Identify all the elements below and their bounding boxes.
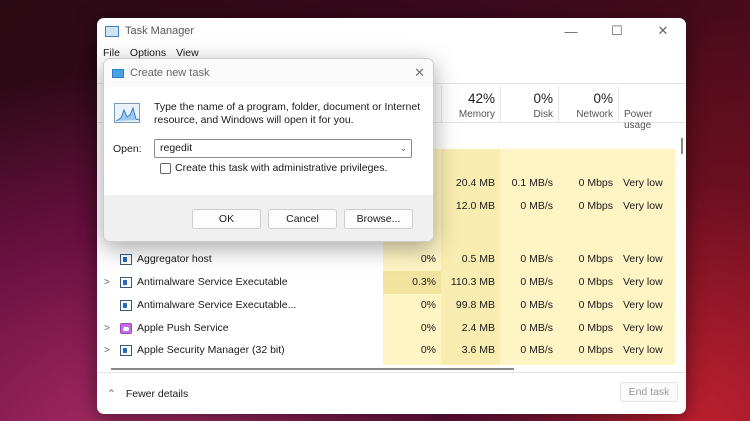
checkbox[interactable]: [160, 162, 171, 174]
network-cell: 0 Mbps: [558, 271, 618, 294]
run-icon: [112, 68, 124, 78]
power-cell: Very low: [618, 248, 675, 271]
memory-cell: 3.8 MB: [441, 361, 500, 365]
maximize-button[interactable]: ☐: [594, 18, 640, 44]
memory-label: Memory: [458, 109, 495, 120]
header-network[interactable]: 0% Network: [558, 86, 618, 123]
disk-cell: 0 MB/s: [500, 195, 558, 218]
header-disk[interactable]: 0% Disk: [500, 86, 558, 123]
memory-cell: 2.4 MB: [441, 317, 500, 340]
memory-cell: 0.5 MB: [441, 248, 500, 271]
process-name: Apple Security Manager (32 bit): [137, 344, 285, 356]
dialog-title-bar: Create new task: [104, 59, 433, 87]
network-label: Network: [576, 109, 613, 120]
chevron-down-icon[interactable]: ⌄: [399, 140, 407, 157]
disk-pct: 0%: [533, 91, 553, 106]
power-cell: Very low: [618, 294, 675, 317]
table-row[interactable]: > Antimalware Service Executable 0.3% 110.3…: [97, 271, 676, 294]
network-cell: 0 Mbps: [558, 172, 618, 195]
network-cell: 0 Mbps: [558, 195, 618, 218]
end-task-button[interactable]: End task: [620, 382, 678, 402]
vertical-scrollbar[interactable]: [681, 138, 683, 154]
horizontal-scrollbar[interactable]: [111, 368, 514, 370]
open-input[interactable]: regedit ⌄: [154, 139, 412, 158]
browse-button[interactable]: Browse...: [344, 209, 413, 229]
disk-cell: 0 MB/s: [500, 361, 558, 365]
cpu-cell: 0%: [383, 317, 441, 340]
disk-cell: 0 MB/s: [500, 339, 558, 362]
network-cell: 0 Mbps: [558, 248, 618, 271]
minimize-button[interactable]: —: [548, 18, 594, 44]
network-pct: 0%: [593, 91, 613, 106]
table-row[interactable]: > Apple Push Service 0% 2.4 MB 0 MB/s 0 Mbps V…: [97, 317, 676, 340]
process-name: Aggregator host: [137, 253, 212, 265]
power-cell: Very low: [618, 361, 675, 365]
network-cell: 0 Mbps: [558, 339, 618, 362]
process-name: Apple Push Service: [137, 322, 229, 334]
disk-label: Disk: [533, 109, 553, 120]
power-cell: Very low: [618, 172, 675, 195]
power-cell: Very low: [618, 271, 675, 294]
memory-cell: 110.3 MB: [441, 271, 500, 294]
disk-cell: 0 MB/s: [500, 317, 558, 340]
fewer-details-button[interactable]: ⌃ Fewer details: [97, 388, 188, 400]
disk-cell: 0 MB/s: [500, 271, 558, 294]
power-cell: Very low: [618, 317, 675, 340]
process-name: Antimalware Service Executable: [137, 276, 288, 288]
network-cell: 0 Mbps: [558, 317, 618, 340]
window-title: Task Manager: [125, 25, 195, 37]
ok-button[interactable]: OK: [192, 209, 261, 229]
memory-pct: 42%: [467, 91, 495, 106]
cpu-cell: 0%: [383, 339, 441, 362]
power-cell: Very low: [618, 339, 675, 362]
cpu-cell: 0%: [383, 294, 441, 317]
open-label: Open:: [113, 143, 142, 155]
disk-cell: 0 MB/s: [500, 248, 558, 271]
dialog-title: Create new task: [130, 67, 210, 79]
process-name: Application Frame Host: [97, 361, 246, 365]
table-row[interactable]: Antimalware Service Executable... 0% 99.8 …: [97, 294, 676, 317]
table-row[interactable]: > Apple Security Manager (32 bit) 0% 3.6 MB…: [97, 339, 676, 362]
network-cell: 0 Mbps: [558, 361, 618, 365]
dialog-button-area: OK Cancel Browse...: [104, 195, 433, 241]
dialog-close-icon[interactable]: ✕: [414, 65, 425, 81]
title-bar: Task Manager — ☐ ✕: [97, 18, 686, 44]
footer: ⌃ Fewer details End task: [97, 372, 686, 414]
close-button[interactable]: ✕: [640, 18, 686, 44]
memory-cell: 20.4 MB: [441, 172, 500, 195]
disk-cell: 0 MB/s: [500, 294, 558, 317]
table-row[interactable]: Application Frame Host 0%3.8 MB0 MB/s0 Mb…: [97, 361, 676, 365]
process-name: Antimalware Service Executable...: [137, 299, 297, 311]
memory-cell: 3.6 MB: [441, 339, 500, 362]
cpu-cell: 0%: [383, 361, 441, 365]
cancel-button[interactable]: Cancel: [268, 209, 337, 229]
disk-cell: 0.1 MB/s: [500, 172, 558, 195]
table-row[interactable]: Aggregator host 0% 0.5 MB 0 MB/s 0 Mbps Very …: [97, 248, 676, 271]
cpu-cell: 0%: [383, 248, 441, 271]
chevron-up-icon: ⌃: [107, 387, 116, 400]
power-cell: Very low: [618, 195, 675, 218]
cpu-cell: 0.3%: [383, 271, 441, 294]
memory-cell: 99.8 MB: [441, 294, 500, 317]
admin-privileges-checkbox[interactable]: Create this task with administrative pri…: [160, 162, 387, 174]
task-manager-icon: [105, 25, 119, 37]
network-cell: 0 Mbps: [558, 294, 618, 317]
task-manager-graph-icon: [114, 103, 141, 123]
dialog-message: Type the name of a program, folder, docu…: [154, 101, 421, 126]
header-power[interactable]: Power usage: [618, 86, 675, 131]
memory-cell: 12.0 MB: [441, 195, 500, 218]
header-memory[interactable]: 42% Memory: [441, 86, 500, 123]
create-new-task-dialog: Create new task ✕ Type the name of a pro…: [103, 58, 434, 242]
